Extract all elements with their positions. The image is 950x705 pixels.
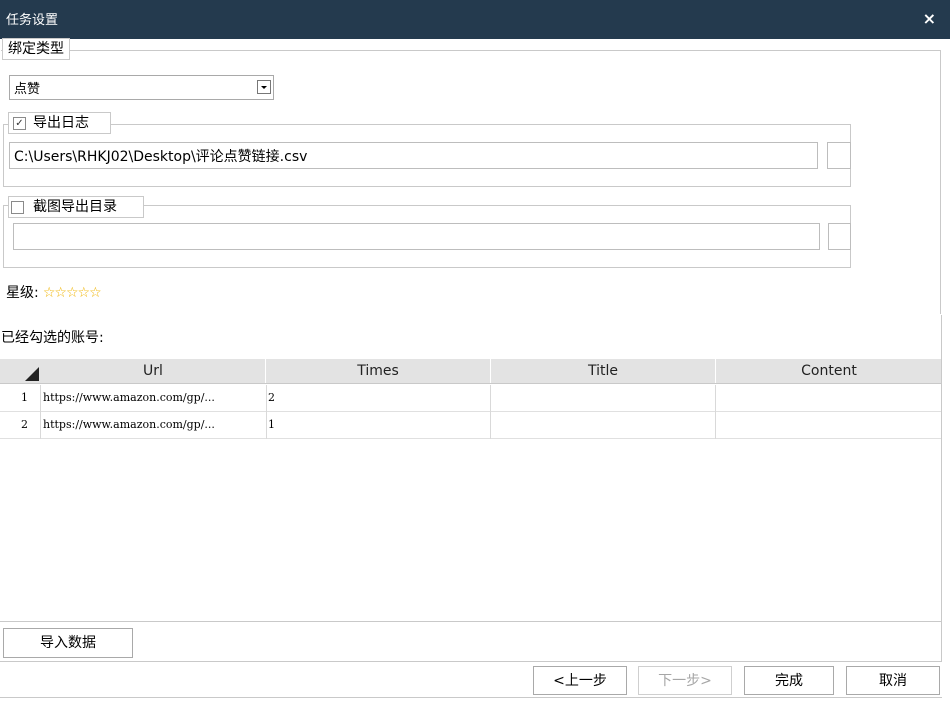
- column-divider: [266, 385, 267, 439]
- cell-times[interactable]: 1: [266, 412, 491, 438]
- section-divider: [0, 661, 942, 662]
- select-all-corner[interactable]: [25, 367, 39, 381]
- cell-url[interactable]: https://www.amazon.com/gp/...: [41, 385, 266, 411]
- section-divider: [0, 621, 942, 622]
- screenshot-dir-path-field[interactable]: [13, 223, 820, 250]
- window-title: 任务设置: [6, 13, 59, 28]
- row-divider: [0, 438, 942, 439]
- close-icon[interactable]: ×: [923, 11, 936, 27]
- export-log-legend: ✓ 导出日志: [8, 112, 111, 134]
- table-right-border: [941, 315, 942, 661]
- bind-type-select[interactable]: 点赞: [9, 75, 274, 100]
- screenshot-dir-label: 截图导出目录: [33, 199, 117, 215]
- import-data-button[interactable]: 导入数据: [3, 628, 133, 658]
- column-divider: [40, 385, 41, 439]
- column-header-content[interactable]: Content: [716, 359, 942, 383]
- cell-times[interactable]: 2: [266, 385, 491, 411]
- screenshot-dir-legend: 截图导出目录: [8, 196, 144, 218]
- rating-row: 星级: ☆☆☆☆☆: [6, 282, 102, 302]
- column-header-times[interactable]: Times: [266, 359, 491, 383]
- export-log-checkbox[interactable]: ✓: [13, 117, 26, 130]
- row-index: 1: [21, 391, 28, 404]
- table-header: Url Times Title Content: [0, 359, 942, 384]
- prev-step-button[interactable]: <上一步: [533, 666, 627, 695]
- star-rating[interactable]: ☆☆☆☆☆: [43, 285, 102, 301]
- column-divider: [490, 385, 491, 439]
- export-log-label: 导出日志: [33, 115, 89, 131]
- cell-url[interactable]: https://www.amazon.com/gp/...: [41, 412, 266, 438]
- screenshot-dir-checkbox[interactable]: [11, 201, 24, 214]
- column-header-title[interactable]: Title: [491, 359, 716, 383]
- column-divider: [715, 385, 716, 439]
- accounts-label: 已经勾选的账号:: [1, 330, 104, 346]
- table-row[interactable]: 1 https://www.amazon.com/gp/... 2: [0, 385, 942, 412]
- column-header-url[interactable]: Url: [41, 359, 266, 383]
- rating-label: 星级:: [6, 285, 39, 301]
- bind-type-legend: 绑定类型: [2, 38, 70, 60]
- screenshot-dir-browse-button[interactable]: [828, 223, 851, 250]
- chevron-down-icon[interactable]: [257, 80, 271, 94]
- export-log-browse-button[interactable]: [827, 142, 851, 169]
- bind-type-selected-value: 点赞: [14, 82, 41, 97]
- row-divider: [0, 411, 942, 412]
- row-index: 2: [21, 418, 28, 431]
- check-icon: ✓: [15, 118, 24, 129]
- bottom-border: [0, 697, 942, 698]
- title-bar: 任务设置 ×: [0, 0, 950, 39]
- next-step-button[interactable]: 下一步>: [638, 666, 732, 695]
- cancel-button[interactable]: 取消: [846, 666, 940, 695]
- export-log-path-field[interactable]: C:\Users\RHKJ02\Desktop\评论点赞链接.csv: [9, 142, 818, 169]
- finish-button[interactable]: 完成: [744, 666, 834, 695]
- table-row[interactable]: 2 https://www.amazon.com/gp/... 1: [0, 412, 942, 439]
